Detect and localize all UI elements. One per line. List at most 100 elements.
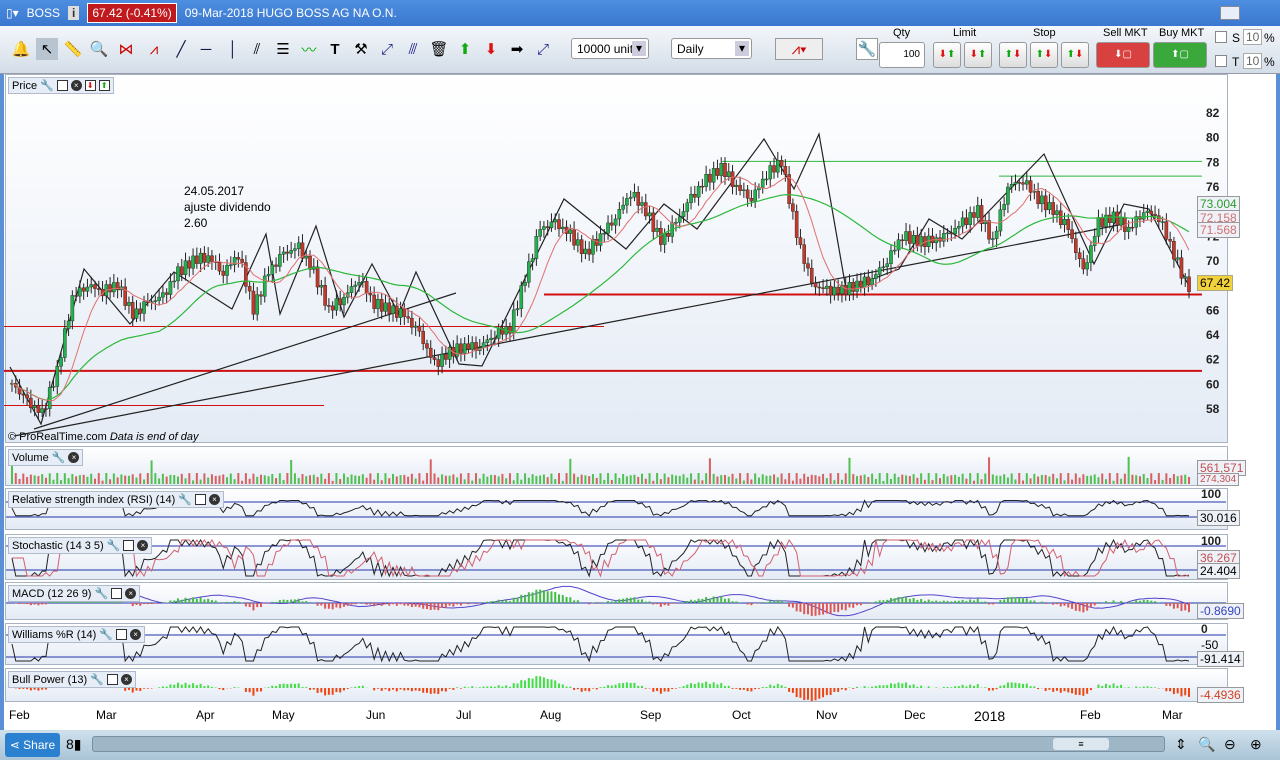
move-up-icon[interactable]: ⬆: [98, 80, 110, 91]
wrench-icon[interactable]: 🔧: [856, 38, 878, 60]
info-icon[interactable]: i: [68, 6, 80, 20]
trailing-stop-button[interactable]: ⬆⬇: [1061, 42, 1089, 68]
chart-area[interactable]: Price 🔧 × ⬇ ⬆ 24.05.2017 ajuste dividendo 2.…: [4, 74, 1276, 730]
maximize-icon[interactable]: [111, 588, 123, 599]
close-icon[interactable]: ×: [70, 80, 82, 91]
limit-sell-button[interactable]: ⬇⬆: [964, 42, 992, 68]
bull-power-pane[interactable]: Bull Power (13) 🔧 ×: [5, 668, 1228, 702]
vertical-line-icon[interactable]: │: [222, 38, 244, 60]
symbol[interactable]: BOSS: [27, 6, 60, 20]
pointer-icon[interactable]: ↖: [36, 38, 58, 60]
up-arrow-icon[interactable]: ⬆: [454, 38, 476, 60]
t-percent-input[interactable]: 10: [1243, 53, 1263, 69]
zoom-icon[interactable]: 🔍: [88, 38, 110, 60]
wrench-icon[interactable]: 🔧: [94, 587, 108, 600]
candle: [681, 211, 686, 217]
trash-icon[interactable]: 🗑: [428, 38, 450, 60]
candle: [402, 308, 407, 317]
rsi-100: 100: [1201, 487, 1222, 501]
wrench-icon[interactable]: 🔧: [40, 79, 54, 92]
close-icon[interactable]: ×: [125, 588, 137, 599]
y-tick-label: 66: [1206, 303, 1220, 317]
trendline-icon[interactable]: ╱: [170, 38, 192, 60]
close-icon[interactable]: ×: [137, 540, 149, 551]
buy-mkt-button[interactable]: ⬆▢: [1153, 42, 1207, 68]
stop-buy-button[interactable]: ⬆⬇: [999, 42, 1027, 68]
candle: [130, 302, 135, 319]
share-button[interactable]: ⋖ Share: [5, 733, 60, 757]
triangle-pattern-icon[interactable]: ⋈: [115, 38, 137, 60]
channel-icon[interactable]: ⩘: [143, 38, 165, 60]
candle: [1085, 262, 1089, 270]
right-arrow-icon[interactable]: ➡: [506, 38, 528, 60]
ray-icon[interactable]: ⤢: [532, 38, 554, 60]
wrench-icon[interactable]: 🔧: [99, 628, 113, 641]
period-select[interactable]: Daily: [671, 38, 752, 59]
segment-icon[interactable]: ⤢: [376, 38, 398, 60]
qty-input[interactable]: 100: [879, 42, 925, 68]
tools-icon[interactable]: ⚒: [350, 38, 372, 60]
candle: [63, 328, 67, 358]
candle: [560, 226, 565, 230]
chart-style-icon[interactable]: 8▮: [66, 736, 82, 753]
macd-pane[interactable]: MACD (12 26 9) 🔧 ×: [5, 582, 1228, 620]
candle: [1183, 276, 1188, 279]
regression-icon[interactable]: 〰: [298, 38, 320, 60]
alert-bell-icon[interactable]: 🔔: [10, 38, 32, 60]
candle: [296, 242, 301, 249]
maximize-icon[interactable]: [106, 674, 118, 685]
zoom-fit-icon[interactable]: 🔍: [1198, 736, 1215, 753]
ruler-icon[interactable]: 📏: [62, 38, 84, 60]
horizontal-line-icon[interactable]: ─: [195, 38, 217, 60]
fibonacci-icon[interactable]: ☰: [272, 38, 294, 60]
s-checkbox[interactable]: [1215, 31, 1227, 43]
candle: [1153, 213, 1157, 216]
zoom-out-icon[interactable]: ⊖: [1224, 736, 1236, 753]
candle: [738, 184, 742, 191]
candle: [598, 233, 603, 246]
candle: [960, 217, 965, 227]
window-button[interactable]: [1220, 6, 1240, 20]
candle: [1006, 186, 1010, 205]
close-icon[interactable]: ×: [208, 494, 220, 505]
candle: [357, 282, 361, 286]
down-arrow-icon[interactable]: ⬇: [480, 38, 502, 60]
limit-buy-button[interactable]: ⬇⬆: [933, 42, 961, 68]
maximize-icon[interactable]: [116, 629, 128, 640]
text-icon[interactable]: T: [324, 38, 346, 60]
sell-mkt-button[interactable]: ⬇▢: [1096, 42, 1150, 68]
candle: [557, 219, 561, 230]
wrench-icon[interactable]: 🔧: [90, 673, 104, 686]
volume-pane[interactable]: Volume 🔧 ×: [5, 446, 1228, 486]
stop-sell-button[interactable]: ⬆⬇: [1030, 42, 1058, 68]
s-percent-input[interactable]: 10: [1243, 29, 1263, 45]
zoom-in-icon[interactable]: ⊕: [1250, 736, 1262, 753]
maximize-icon[interactable]: [194, 494, 206, 505]
wrench-icon[interactable]: 🔧: [107, 539, 121, 552]
close-icon[interactable]: ×: [120, 674, 132, 685]
chart-type-icon[interactable]: ⩘▾: [775, 38, 823, 60]
parallel-lines-icon[interactable]: ⫽: [246, 38, 268, 60]
close-icon[interactable]: ×: [68, 452, 80, 463]
wrench-icon[interactable]: 🔧: [178, 493, 192, 506]
close-icon[interactable]: ×: [130, 629, 142, 640]
horizontal-scrollbar[interactable]: ≡: [92, 736, 1165, 752]
move-down-icon[interactable]: ⬇: [84, 80, 96, 91]
wrench-icon[interactable]: 🔧: [52, 451, 66, 464]
maximize-icon[interactable]: [123, 540, 135, 551]
maximize-icon[interactable]: [56, 80, 68, 91]
t-checkbox[interactable]: [1215, 55, 1227, 67]
price-chart: 58606264666870727476788082: [4, 106, 1220, 437]
candle: [489, 337, 493, 341]
moving-average-green: [11, 194, 1190, 401]
units-select[interactable]: 10000 units: [571, 38, 649, 59]
candle: [51, 386, 56, 388]
rsi-pane[interactable]: Relative strength index (RSI) (14) 🔧 ×: [5, 488, 1228, 530]
autoscale-icon[interactable]: ⇕: [1175, 736, 1187, 753]
scroll-thumb[interactable]: ≡: [1053, 738, 1109, 750]
williams-pane[interactable]: Williams %R (14) 🔧 ×: [5, 623, 1228, 665]
stochastic-pane[interactable]: Stochastic (14 3 5) 🔧 ×: [5, 534, 1228, 580]
candle-icon[interactable]: ▯▾: [6, 6, 19, 20]
gann-icon[interactable]: ⫻: [402, 38, 424, 60]
candle: [934, 237, 939, 244]
